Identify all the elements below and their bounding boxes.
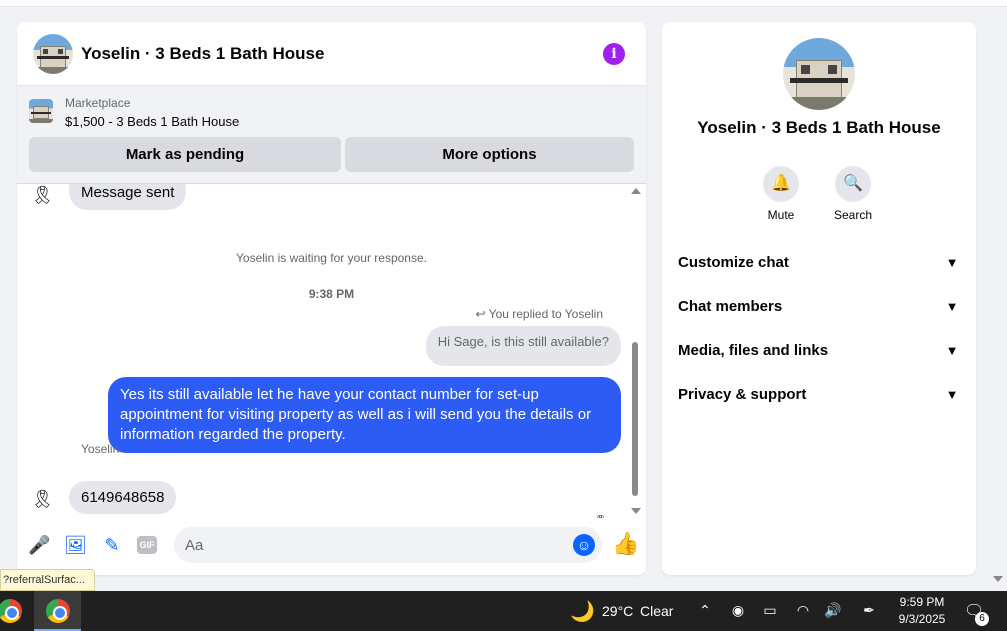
sender-avatar-ribbon-icon: 🎗 [31, 185, 54, 205]
photo-icon[interactable]: 🖼 [64, 534, 87, 556]
chevron-down-icon: ▼ [945, 299, 959, 314]
seen-avatar-icon: 🎗 [593, 514, 608, 518]
media-files-links-item[interactable]: Media, files and links ▼ [678, 336, 962, 366]
chat-members-item[interactable]: Chat members ▼ [678, 292, 962, 322]
scroll-up-arrow[interactable] [631, 188, 641, 194]
moon-icon[interactable]: 🌙 [570, 599, 595, 624]
thumbs-up-icon[interactable]: 👍 [612, 531, 639, 557]
chevron-down-icon: ▼ [945, 343, 959, 358]
chevron-up-icon[interactable]: ⌃ [696, 602, 714, 619]
mute-button[interactable]: 🔔 Mute [751, 166, 811, 222]
quoted-message-bubble[interactable]: Hi Sage, is this still available? [425, 326, 621, 366]
chevron-down-icon: ▼ [945, 255, 959, 270]
chrome-profile-icon[interactable] [46, 599, 70, 623]
replied-text: You replied to Yoselin [488, 307, 603, 321]
reply-arrow-icon: ↩ [475, 307, 486, 321]
message-input[interactable] [174, 527, 602, 563]
message-timestamp: 9:38 PM [308, 287, 355, 301]
pen-icon[interactable]: ✒ [860, 602, 878, 619]
browser-top-edge [0, 0, 1007, 7]
volume-icon[interactable]: 🔊 [824, 602, 842, 619]
meet-now-icon[interactable]: ◉ [729, 602, 747, 619]
chevron-down-icon: ▼ [945, 387, 959, 402]
customize-chat-label: Customize chat [678, 254, 789, 271]
listing-thumbnail[interactable] [29, 99, 53, 123]
profile-title: Yoselin · 3 Beds 1 Bath House [697, 118, 941, 137]
search-icon[interactable]: 🔍 [835, 166, 871, 202]
mute-label: Mute [767, 208, 795, 222]
listing-avatar[interactable] [33, 34, 73, 74]
waiting-status-text: Yoselin is waiting for your response. [236, 251, 427, 265]
active-chrome-tab[interactable] [34, 591, 81, 631]
emoji-icon[interactable]: ☺ [573, 534, 595, 556]
windows-taskbar: 🌙 29°C Clear ⌃ ◉ ▭ ◠ 🔊 ✒ 9:59 PM 9/3/202… [0, 591, 1007, 631]
marketplace-banner: Marketplace $1,500 - 3 Beds 1 Bath House… [17, 86, 646, 184]
sender-avatar-ribbon-icon[interactable]: 🎗 [31, 488, 54, 510]
page-scroll-down-arrow[interactable] [993, 576, 1003, 582]
marketplace-label: Marketplace [65, 96, 131, 110]
message-scrollbar[interactable] [629, 184, 641, 518]
scroll-thumb[interactable] [632, 342, 638, 496]
weather-temp[interactable]: 29°C [602, 603, 633, 619]
profile-avatar[interactable] [783, 38, 855, 110]
message-composer: 🎤 🖼 ✎ GIF ☺ 👍 [17, 522, 646, 572]
search-button[interactable]: 🔍 Search [823, 166, 883, 222]
info-icon[interactable]: i [603, 43, 625, 65]
mark-as-pending-button[interactable]: Mark as pending [29, 137, 341, 172]
media-files-links-label: Media, files and links [678, 342, 829, 359]
sticker-icon[interactable]: ✎ [101, 534, 123, 556]
wifi-icon[interactable]: ◠ [794, 602, 812, 619]
battery-icon[interactable]: ▭ [761, 602, 779, 619]
gif-icon[interactable]: GIF [137, 536, 157, 554]
chat-info-panel: Yoselin · 3 Beds 1 Bath House 🔔 Mute 🔍 S… [662, 22, 976, 575]
chat-panel: Yoselin · 3 Beds 1 Bath House i Marketpl… [17, 22, 646, 575]
chat-members-label: Chat members [678, 298, 783, 315]
scroll-down-arrow[interactable] [631, 508, 641, 514]
privacy-support-item[interactable]: Privacy & support ▼ [678, 380, 962, 410]
more-options-button[interactable]: More options [345, 137, 634, 172]
chrome-app-icon[interactable] [0, 599, 22, 623]
weather-condition[interactable]: Clear [640, 603, 673, 619]
partial-message-bubble[interactable]: Message sent [69, 184, 187, 210]
replied-indicator: ↩ You replied to Yoselin [475, 307, 603, 321]
notification-count-badge: 6 [975, 612, 989, 626]
link-status-tooltip: ?referralSurfac... [0, 569, 95, 591]
sender-name: Yoselin [81, 442, 120, 456]
listing-price-title[interactable]: $1,500 - 3 Beds 1 Bath House [65, 114, 239, 129]
outgoing-message-bubble[interactable]: Yes its still available let he have your… [108, 377, 621, 453]
clock-date[interactable]: 9/3/2025 [892, 612, 952, 626]
message-list[interactable]: 🎗 Message sent Yoselin is waiting for yo… [17, 184, 646, 518]
chat-title[interactable]: Yoselin · 3 Beds 1 Bath House [81, 44, 324, 64]
customize-chat-item[interactable]: Customize chat ▼ [678, 248, 962, 278]
microphone-icon[interactable]: 🎤 [28, 534, 50, 556]
search-label: Search [833, 208, 873, 222]
privacy-support-label: Privacy & support [678, 386, 807, 403]
incoming-message-bubble[interactable]: 6149648658 [69, 481, 177, 514]
chat-header: Yoselin · 3 Beds 1 Bath House i [17, 22, 646, 86]
clock-time[interactable]: 9:59 PM [896, 595, 948, 609]
bell-icon[interactable]: 🔔 [763, 166, 799, 202]
